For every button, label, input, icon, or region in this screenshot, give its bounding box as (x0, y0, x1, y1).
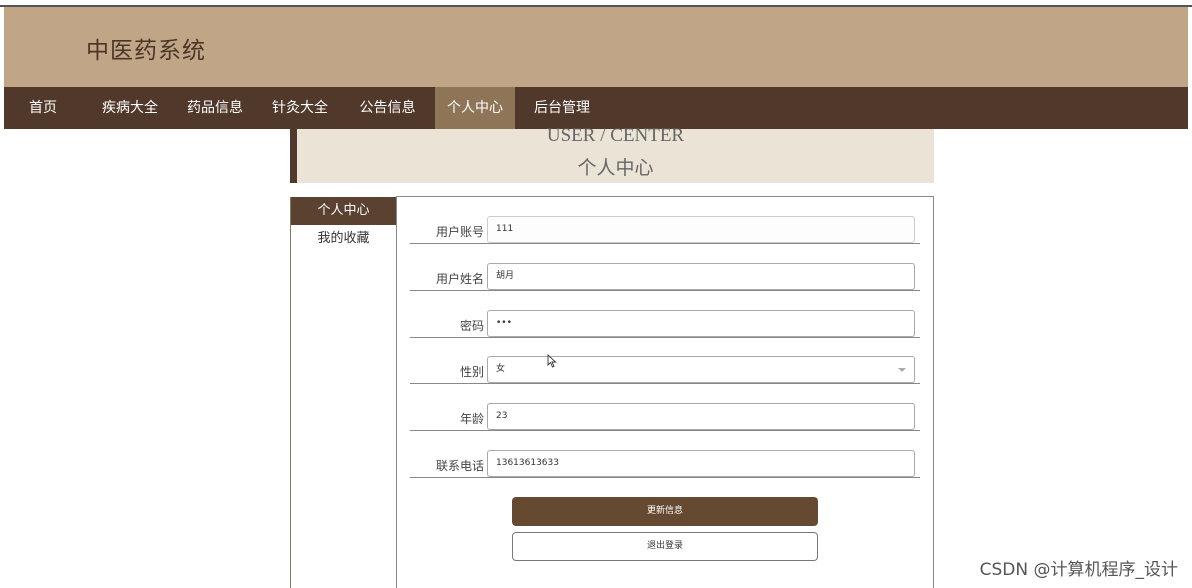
user-sidebar: 个人中心 我的收藏 (290, 197, 396, 588)
nav-item-user-center[interactable]: 个人中心 (435, 87, 515, 129)
phone-label: 联系电话 (435, 459, 484, 473)
sidebar-item-favorites[interactable]: 我的收藏 (291, 225, 396, 253)
nav-item-announcements[interactable]: 公告信息 (348, 87, 427, 129)
gender-select-value: 女 (496, 364, 506, 374)
nav-item-diseases[interactable]: 疾病大全 (82, 87, 178, 129)
age-input[interactable]: 23 (487, 403, 915, 430)
site-header: 中医药系统 (4, 7, 1188, 87)
banner-title-en: USER / CENTER (546, 125, 685, 146)
nav-item-home[interactable]: 首页 (4, 87, 82, 129)
form-row-account: 用户账号 111 (410, 197, 920, 244)
update-info-button[interactable]: 更新信息 (512, 497, 818, 526)
sidebar-item-user-center[interactable]: 个人中心 (291, 197, 396, 225)
site-title: 中医药系统 (86, 38, 206, 64)
account-label: 用户账号 (435, 225, 484, 239)
form-row-name: 用户姓名 胡月 (410, 244, 920, 291)
phone-input[interactable]: 13613613633 (487, 450, 915, 477)
name-input[interactable]: 胡月 (487, 263, 915, 290)
section-banner: USER / CENTER 个人中心 (290, 125, 934, 183)
nav-item-acupuncture[interactable]: 针灸大全 (252, 87, 348, 129)
form-row-phone: 联系电话 13613613633 (410, 431, 920, 478)
password-input[interactable]: ••• (487, 310, 915, 337)
nav-item-medicines[interactable]: 药品信息 (178, 87, 252, 129)
gender-label: 性别 (459, 365, 484, 379)
account-input[interactable]: 111 (487, 216, 915, 243)
main-nav: 首页 疾病大全 药品信息 针灸大全 公告信息 个人中心 后台管理 (4, 87, 1188, 129)
profile-form-panel: 用户账号 111 用户姓名 胡月 密码 ••• 性别 女 年龄 23 联系电话 … (396, 196, 934, 588)
nav-item-admin[interactable]: 后台管理 (515, 87, 609, 129)
name-label: 用户姓名 (435, 272, 484, 286)
form-row-password: 密码 ••• (410, 291, 920, 338)
password-label: 密码 (459, 319, 484, 333)
age-label: 年龄 (459, 412, 484, 426)
logout-button[interactable]: 退出登录 (512, 532, 818, 561)
chevron-down-icon (898, 368, 906, 372)
form-row-age: 年龄 23 (410, 384, 920, 431)
banner-title-cn: 个人中心 (577, 157, 654, 179)
watermark: CSDN @计算机程序_设计 (979, 560, 1178, 580)
form-row-gender: 性别 女 (410, 337, 920, 384)
mouse-cursor-icon (547, 354, 557, 368)
